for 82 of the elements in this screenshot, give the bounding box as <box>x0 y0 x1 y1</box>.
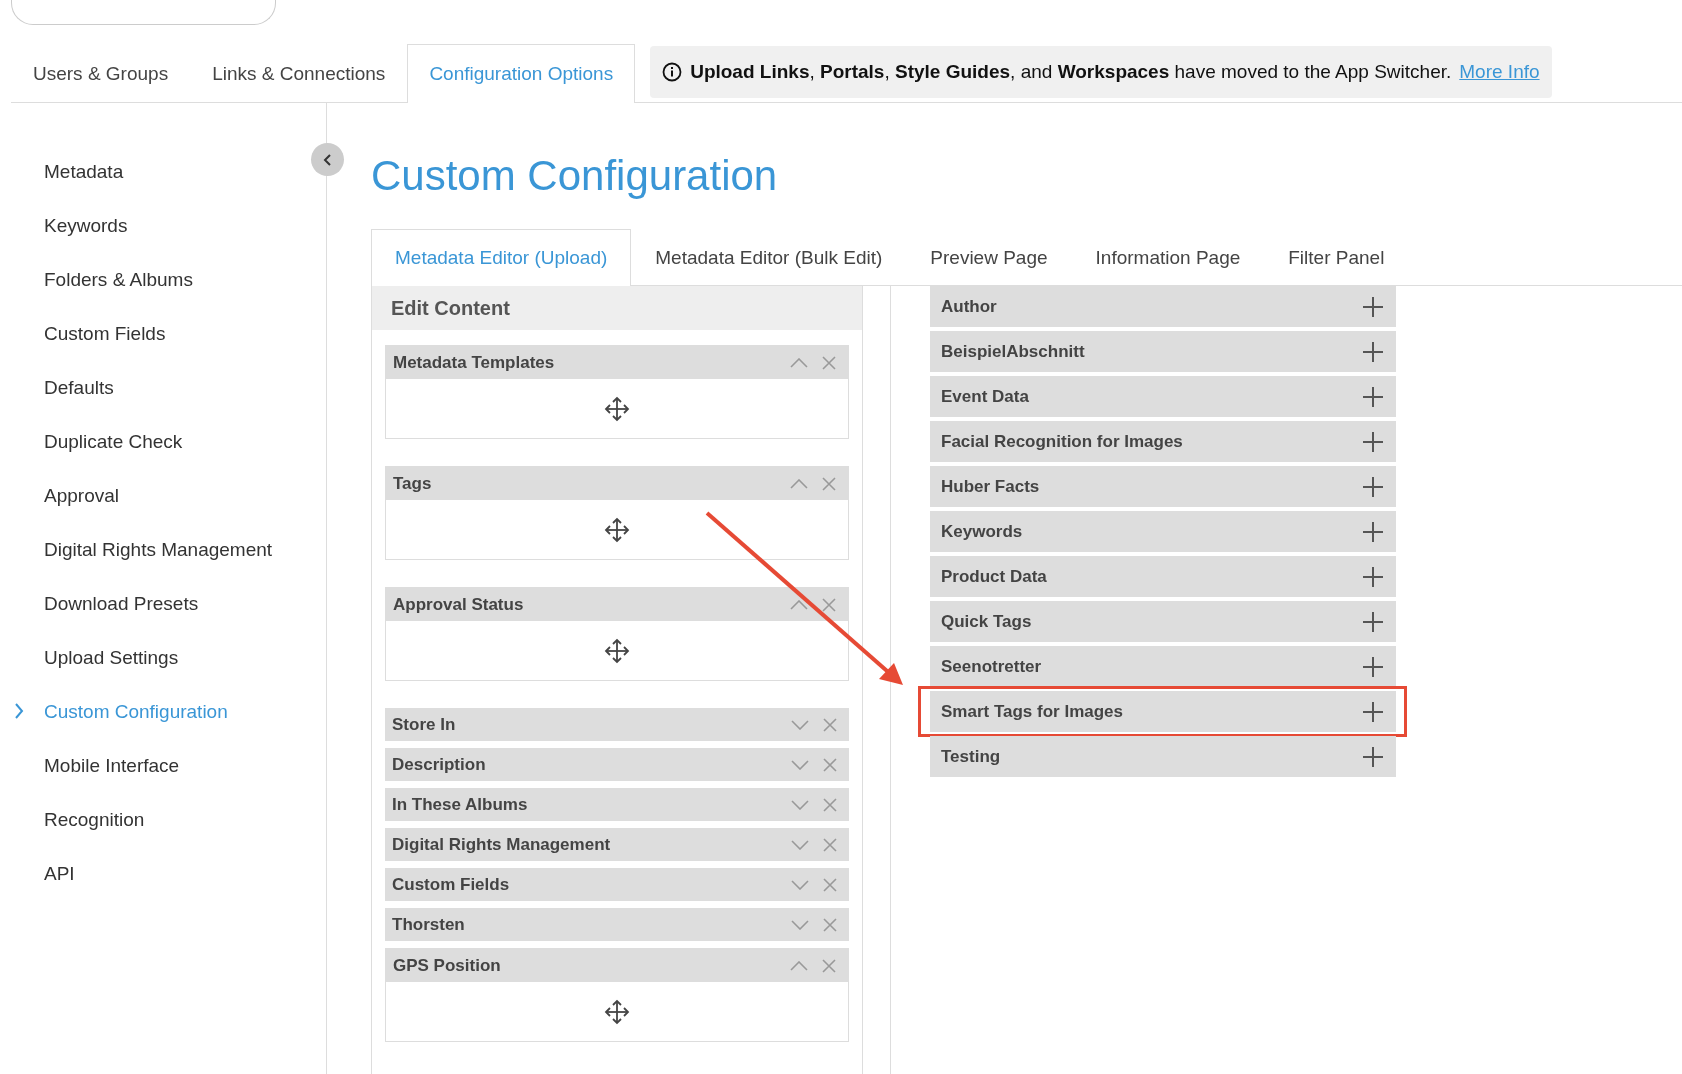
sidebar-item[interactable]: Keywords <box>0 199 134 253</box>
widget-title: Tags <box>393 472 432 495</box>
sidebar-item[interactable]: Mobile Interface <box>0 739 186 793</box>
sidebar-item[interactable]: Download Presets <box>0 577 205 631</box>
close-icon[interactable] <box>822 958 836 973</box>
sidebar-item[interactable]: Defaults <box>0 361 120 415</box>
section-title: Event Data <box>941 385 1029 408</box>
section-title: Author <box>941 295 997 318</box>
tab[interactable]: Users & Groups <box>11 45 191 102</box>
plus-icon[interactable] <box>1362 700 1384 723</box>
widget-title: Thorsten <box>392 913 465 936</box>
section-title: Seenotretter <box>941 655 1042 678</box>
chevron-down-icon[interactable] <box>791 839 809 850</box>
move-icon[interactable] <box>603 515 631 544</box>
plus-icon[interactable] <box>1362 610 1384 633</box>
widget-title: Store In <box>392 713 456 736</box>
close-icon[interactable] <box>823 837 837 852</box>
sidebar-item[interactable]: Upload Settings <box>0 631 185 685</box>
plus-icon[interactable] <box>1362 745 1384 768</box>
sidebar-item[interactable]: API <box>0 847 81 901</box>
chevron-down-icon[interactable] <box>791 919 809 930</box>
plus-icon[interactable] <box>1362 655 1384 678</box>
plus-icon[interactable] <box>1362 385 1384 408</box>
section-title: Facial Recognition for Images <box>941 430 1183 453</box>
collapse-button[interactable] <box>311 143 344 176</box>
chevron-down-icon[interactable] <box>791 759 809 770</box>
tab[interactable]: Links & Connections <box>190 45 408 102</box>
widget-title: Custom Fields <box>392 873 510 896</box>
chevron-down-icon[interactable] <box>791 799 809 810</box>
plus-icon[interactable] <box>1362 520 1384 543</box>
close-icon[interactable] <box>822 355 836 370</box>
sidebar-item[interactable]: Recognition <box>0 793 151 847</box>
tab[interactable]: Filter Panel <box>1264 229 1409 286</box>
section-title: BeispielAbschnitt <box>941 340 1085 363</box>
widget-title: Digital Rights Management <box>392 833 611 856</box>
plus-icon[interactable] <box>1362 340 1384 363</box>
tab[interactable]: Preview Page <box>906 229 1072 286</box>
chevron-up-icon[interactable] <box>790 960 808 971</box>
info-icon <box>662 62 683 82</box>
widget-title: Approval Status <box>393 593 524 616</box>
chevron-up-icon[interactable] <box>790 357 808 368</box>
close-icon[interactable] <box>823 797 837 812</box>
page-title: Custom Configuration <box>371 155 779 197</box>
section-title: Testing <box>941 745 1001 768</box>
chevron-right-icon <box>14 703 24 719</box>
chevron-left-icon <box>321 152 334 167</box>
sidebar-item[interactable]: Custom Fields <box>0 307 172 361</box>
close-icon[interactable] <box>823 877 837 892</box>
widget-title: GPS Position <box>393 954 501 977</box>
move-icon[interactable] <box>603 636 631 665</box>
chevron-up-icon[interactable] <box>790 599 808 610</box>
notice-text: Upload Links, Portals, Style Guides, and Workspaces have moved to the App Switcher. <box>690 59 1452 84</box>
close-icon[interactable] <box>823 917 837 932</box>
sidebar-item[interactable]: Folders & Albums <box>0 253 199 307</box>
move-icon[interactable] <box>603 394 631 423</box>
close-icon[interactable] <box>823 717 837 732</box>
widget-title: Metadata Templates <box>393 351 555 374</box>
close-icon[interactable] <box>822 597 836 612</box>
move-icon[interactable] <box>603 997 631 1026</box>
close-icon[interactable] <box>823 757 837 772</box>
chevron-down-icon[interactable] <box>791 879 809 890</box>
sidebar-item[interactable]: Duplicate Check <box>0 415 189 469</box>
plus-icon[interactable] <box>1362 565 1384 588</box>
panel-header: Edit Content <box>372 286 862 330</box>
section-title: Keywords <box>941 520 1023 543</box>
section-title: Quick Tags <box>941 610 1032 633</box>
section-title: Product Data <box>941 565 1047 588</box>
plus-icon[interactable] <box>1362 295 1384 318</box>
section-title: Smart Tags for Images <box>941 700 1124 723</box>
chevron-up-icon[interactable] <box>790 478 808 489</box>
section-title: Huber Facts <box>941 475 1040 498</box>
widget-title: Description <box>392 753 486 776</box>
plus-icon[interactable] <box>1362 475 1384 498</box>
sidebar-item[interactable]: Metadata <box>0 145 130 199</box>
close-icon[interactable] <box>822 476 836 491</box>
plus-icon[interactable] <box>1362 430 1384 453</box>
chevron-down-icon[interactable] <box>791 719 809 730</box>
widget-title: In These Albums <box>392 793 528 816</box>
sidebar-item[interactable]: Digital Rights Management <box>0 523 279 577</box>
tab[interactable]: Information Page <box>1071 229 1265 286</box>
sidebar-item[interactable]: Approval <box>0 469 125 523</box>
tab[interactable]: Metadata Editor (Bulk Edit) <box>631 229 907 286</box>
